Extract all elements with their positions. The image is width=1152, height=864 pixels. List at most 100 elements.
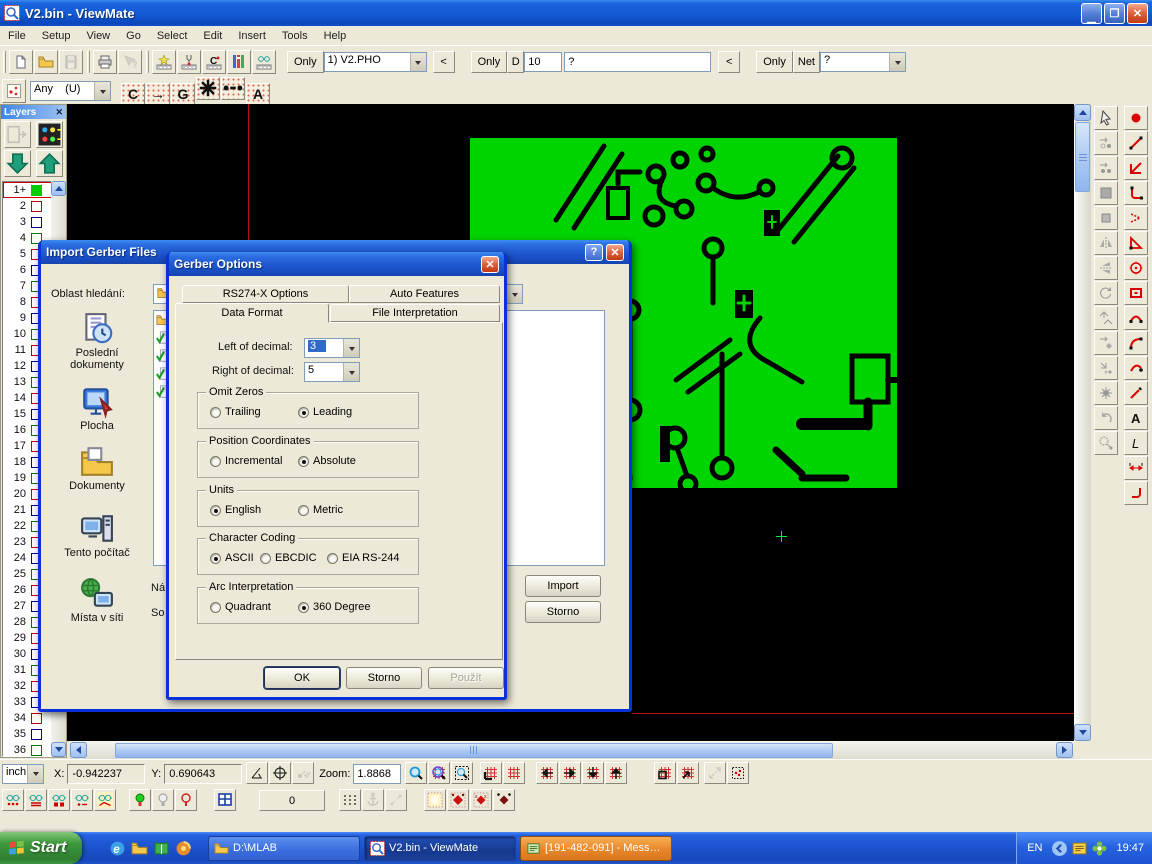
- marker-dots-button[interactable]: [2, 79, 26, 103]
- tab-auto-features[interactable]: Auto Features: [349, 285, 500, 303]
- view-outline-button[interactable]: [71, 789, 93, 811]
- tray-message-icon[interactable]: [1071, 840, 1088, 857]
- start-button[interactable]: Start: [0, 832, 82, 864]
- language-indicator[interactable]: EN: [1027, 842, 1042, 854]
- pan-down-button[interactable]: [582, 762, 604, 784]
- zoom-grid-button[interactable]: [428, 762, 450, 784]
- radio-icon[interactable]: [298, 505, 309, 516]
- radio-360-degree[interactable]: 360 Degree: [298, 601, 371, 613]
- pad-dot-button[interactable]: [1124, 106, 1148, 130]
- task-message[interactable]: [191-482-091] - Mess…: [520, 836, 672, 861]
- menu-insert[interactable]: Insert: [230, 28, 274, 44]
- pointer-button[interactable]: [1094, 106, 1118, 130]
- import-button[interactable]: Import: [525, 575, 601, 597]
- quicklaunch-ie-icon[interactable]: e: [106, 837, 128, 859]
- print-button[interactable]: [93, 50, 117, 74]
- gerber-dialog-titlebar[interactable]: Gerber Options ✕: [169, 252, 504, 276]
- radio-eia-rs244[interactable]: EIA RS-244: [327, 552, 399, 564]
- filter-combo[interactable]: Any (U): [30, 81, 111, 101]
- menu-edit[interactable]: Edit: [195, 28, 230, 44]
- select-dots-button[interactable]: [727, 762, 749, 784]
- aperture-filter-star[interactable]: [196, 77, 220, 100]
- layers-close-icon[interactable]: ✕: [55, 107, 63, 118]
- dcode-input[interactable]: [524, 52, 562, 72]
- sketch-line-button[interactable]: [1124, 381, 1148, 405]
- quicklaunch-book-icon[interactable]: [150, 837, 172, 859]
- dcode-label[interactable]: D: [507, 51, 524, 73]
- layers-panel-titlebar[interactable]: Layers ✕: [1, 105, 66, 119]
- zoom-select-button[interactable]: [451, 762, 473, 784]
- radio-icon[interactable]: [210, 407, 221, 418]
- corner-j-button[interactable]: [1124, 481, 1148, 505]
- glasses-ruler-button[interactable]: [252, 50, 276, 74]
- c-ruler-button[interactable]: C: [202, 50, 226, 74]
- layer-color-swatch[interactable]: [31, 745, 42, 756]
- radio-icon[interactable]: [210, 505, 221, 516]
- layer-color-swatch[interactable]: [31, 185, 42, 196]
- mirror-v-button[interactable]: [1094, 256, 1118, 280]
- quicklaunch-firefox-icon[interactable]: [172, 837, 194, 859]
- net-combo[interactable]: ?: [820, 52, 906, 72]
- lasso-button[interactable]: [1094, 431, 1118, 455]
- gear-button[interactable]: [1094, 381, 1118, 405]
- close-button[interactable]: ✕: [1127, 3, 1148, 24]
- layer-color-swatch[interactable]: [31, 201, 42, 212]
- tab-rs274x-options[interactable]: RS274-X Options: [182, 285, 349, 303]
- only-net-button[interactable]: Only: [756, 51, 793, 73]
- place-computer[interactable]: Tento počítač: [49, 512, 145, 559]
- aperture-filter-dots-arrow[interactable]: [221, 77, 245, 100]
- move-traces-button[interactable]: [1094, 156, 1118, 180]
- scroll-up-icon[interactable]: [1074, 104, 1091, 121]
- scroll-left-icon[interactable]: [70, 742, 87, 758]
- text-a-button[interactable]: A: [1124, 406, 1148, 430]
- place-desktop[interactable]: Plocha: [49, 385, 145, 432]
- task-viewmate[interactable]: V2.bin - ViewMate: [364, 836, 516, 861]
- radio-absolute[interactable]: Absolute: [298, 455, 356, 467]
- tab-file-interpretation[interactable]: File Interpretation: [330, 304, 500, 322]
- move-vertex-button[interactable]: [1094, 131, 1118, 155]
- filled-box-button[interactable]: [1094, 181, 1118, 205]
- scroll-down-icon[interactable]: [1074, 724, 1091, 741]
- radio-icon[interactable]: [210, 602, 221, 613]
- radio-trailing[interactable]: Trailing: [210, 406, 261, 418]
- trace-line-button[interactable]: [1124, 131, 1148, 155]
- dialog-close-button[interactable]: ✕: [481, 256, 499, 273]
- layer-color-swatch[interactable]: [31, 729, 42, 740]
- chevron-down-icon[interactable]: [410, 53, 426, 71]
- place-docs[interactable]: Dokumenty: [49, 445, 145, 492]
- snap-arrows-button[interactable]: [385, 789, 407, 811]
- select-sparkle-button[interactable]: [424, 789, 446, 811]
- toolbar-grip[interactable]: [3, 51, 6, 73]
- layer-colors-button[interactable]: [36, 121, 63, 148]
- canvas-hscrollbar[interactable]: [70, 741, 1074, 759]
- apply-button[interactable]: Použít: [428, 667, 504, 689]
- grid-corner-button[interactable]: [480, 762, 502, 784]
- chevron-down-icon[interactable]: [94, 82, 110, 100]
- dimension-button[interactable]: [1124, 456, 1148, 480]
- nudge-button[interactable]: [1094, 356, 1118, 380]
- triangle-button[interactable]: [1124, 231, 1148, 255]
- view-pads-button[interactable]: [2, 789, 24, 811]
- vscroll-thumb[interactable]: [1075, 122, 1090, 192]
- lamp-green-button[interactable]: [129, 789, 151, 811]
- scroll-down-icon[interactable]: [51, 742, 66, 757]
- radio-icon[interactable]: [210, 456, 221, 467]
- ok-button[interactable]: OK: [264, 667, 340, 689]
- rect-pad-button[interactable]: [1124, 281, 1148, 305]
- net-label[interactable]: Net: [793, 51, 820, 73]
- flash-ruler-button[interactable]: [152, 50, 176, 74]
- pan-up-button[interactable]: [605, 762, 627, 784]
- arc-button[interactable]: [1124, 306, 1148, 330]
- view-solid-button[interactable]: [48, 789, 70, 811]
- new-doc-button[interactable]: [9, 50, 33, 74]
- menu-tools[interactable]: Tools: [274, 28, 316, 44]
- stretch-arrow-button[interactable]: [704, 762, 726, 784]
- menu-view[interactable]: View: [78, 28, 118, 44]
- select-diamond-s-button[interactable]: ss: [470, 789, 492, 811]
- undo-arc-button[interactable]: [1094, 406, 1118, 430]
- toolbar-grip[interactable]: [87, 51, 90, 73]
- radio-ebcdic[interactable]: EBCDIC: [260, 552, 317, 564]
- filled-box2-button[interactable]: [1094, 206, 1118, 230]
- scroll-right-icon[interactable]: [1056, 742, 1073, 758]
- lamp-red-button[interactable]: [175, 789, 197, 811]
